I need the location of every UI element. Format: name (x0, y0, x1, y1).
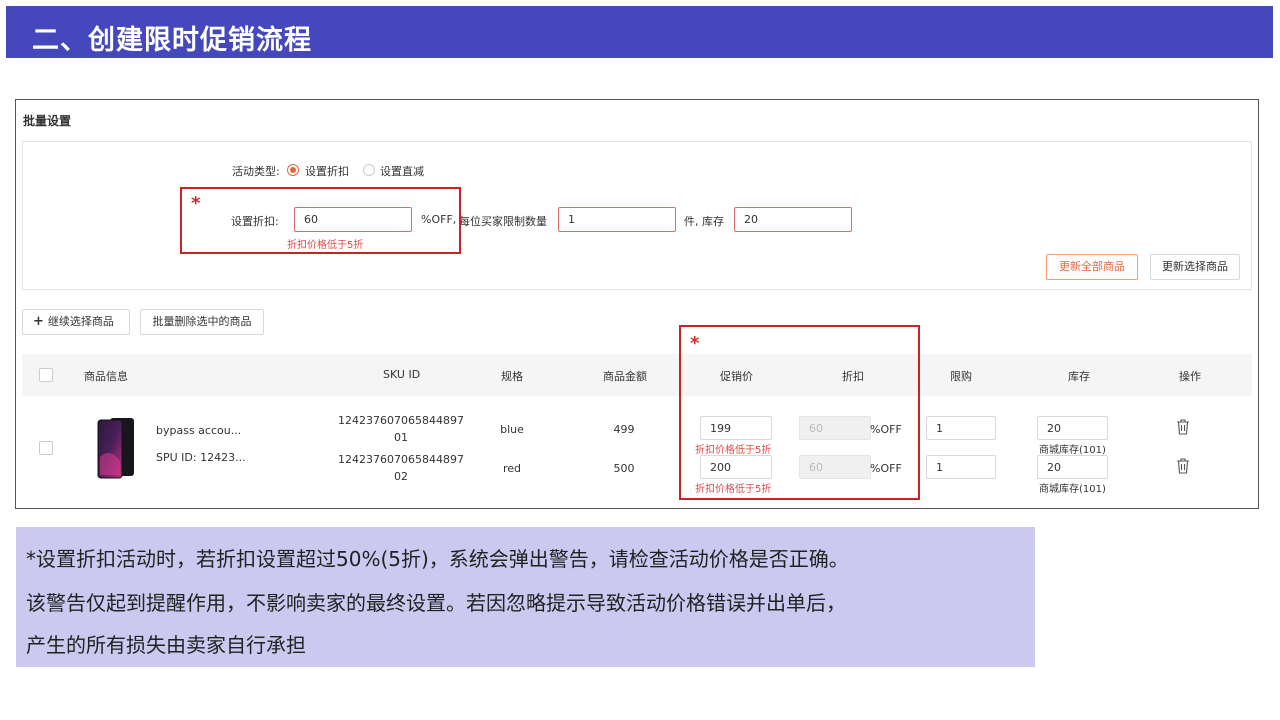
row1-sku-a: 124237607065844897 (338, 414, 464, 427)
header-bar: 二、创建限时促销流程 (6, 6, 1273, 58)
radio-reduce[interactable] (363, 164, 375, 176)
row2-trash-icon[interactable] (1176, 458, 1190, 474)
col-amount: 商品金额 (603, 370, 647, 383)
radio-discount-label[interactable]: 设置折扣 (305, 163, 349, 179)
note-box: *设置折扣活动时，若折扣设置超过50%(5折)，系统会弹出警告，请检查活动价格是… (16, 527, 1035, 667)
row1-limit-input[interactable]: 1 (926, 416, 996, 440)
limit-label: 每位买家限制数量 (459, 215, 547, 228)
col-limit: 限购 (950, 370, 972, 383)
continue-select-label: 继续选择商品 (47, 315, 114, 328)
row1-stock-input[interactable]: 20 (1037, 416, 1108, 440)
product-name[interactable]: bypass accou... (156, 424, 241, 437)
panel-title: 批量设置 (23, 114, 72, 128)
update-selected-button[interactable]: 更新选择商品 (1150, 254, 1240, 280)
note-line-2: 该警告仅起到提醒作用，不影响卖家的最终设置。若因忽略提示导致活动价格错误并出单后… (26, 591, 846, 615)
col-stock: 库存 (1068, 370, 1090, 383)
product-image (97, 418, 134, 479)
batch-settings-panel: 批量设置 活动类型: 设置折扣 设置直减 设置折扣: 60 %OFF, 每位买家… (15, 99, 1259, 509)
page-title: 二、创建限时促销流程 (32, 25, 312, 56)
row2-spec: red (502, 462, 522, 475)
row2-amount: 500 (613, 462, 635, 475)
note-line-3: 产生的所有损失由卖家自行承担 (26, 633, 306, 657)
row-checkbox[interactable] (39, 441, 53, 455)
row1-trash-icon[interactable] (1176, 419, 1190, 435)
product-spu: SPU ID: 12423... (156, 451, 246, 464)
table-header: 商品信息 SKU ID 规格 商品金额 促销价 折扣 限购 库存 操作 (22, 354, 1252, 396)
discount-highlight-box (180, 187, 461, 254)
select-all-checkbox[interactable] (39, 368, 53, 382)
row1-sku-b: 01 (394, 431, 408, 444)
stock-label: 件, 库存 (684, 215, 724, 228)
row2-sku-a: 124237607065844897 (338, 453, 464, 466)
continue-select-button[interactable]: + 继续选择商品 (22, 309, 130, 335)
row1-amount: 499 (613, 423, 635, 436)
row2-stock-note: 商城库存(101) (1039, 484, 1106, 495)
row2-stock-input[interactable]: 20 (1037, 455, 1108, 479)
col-spec: 规格 (501, 370, 523, 383)
row2-limit-input[interactable]: 1 (926, 455, 996, 479)
note-line-1: *设置折扣活动时，若折扣设置超过50%(5折)，系统会弹出警告，请检查活动价格是… (26, 547, 849, 571)
radio-discount[interactable] (287, 164, 299, 176)
col-action: 操作 (1179, 370, 1201, 383)
stock-input[interactable]: 20 (734, 207, 852, 232)
row1-stock-note: 商城库存(101) (1039, 445, 1106, 456)
activity-type-label: 活动类型: (232, 165, 280, 178)
promo-highlight-box (679, 325, 920, 500)
batch-delete-button[interactable]: 批量删除选中的商品 (140, 309, 264, 335)
radio-reduce-label[interactable]: 设置直减 (380, 163, 424, 179)
col-sku: SKU ID (383, 368, 421, 381)
plus-icon: + (33, 314, 44, 329)
col-product: 商品信息 (84, 370, 128, 383)
limit-input[interactable]: 1 (558, 207, 676, 232)
update-all-button[interactable]: 更新全部商品 (1046, 254, 1138, 280)
row2-sku-b: 02 (394, 470, 408, 483)
row1-spec: blue (500, 423, 524, 436)
